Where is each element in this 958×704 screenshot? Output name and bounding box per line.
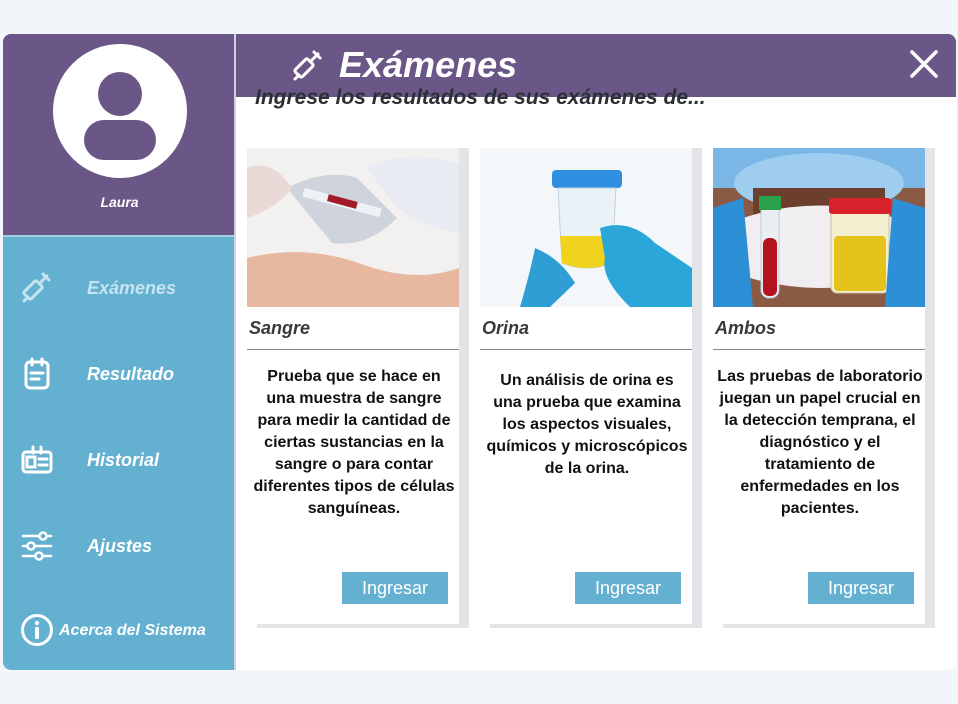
instruction-heading: Ingrese los resultados de sus exámenes d… xyxy=(255,86,706,109)
ingresar-button-sangre[interactable]: Ingresar xyxy=(342,572,448,604)
sliders-icon xyxy=(21,531,53,561)
id-card-icon xyxy=(21,445,53,474)
sidebar-item-acerca[interactable]: Acerca del Sistema xyxy=(3,606,234,650)
sidebar-item-label: Ajustes xyxy=(87,536,153,556)
lab-technician-image xyxy=(713,148,925,307)
clipboard-icon xyxy=(24,357,50,390)
card-body: Sangre Prueba que se hace en una muestra… xyxy=(247,148,459,624)
ingresar-button-ambos[interactable]: Ingresar xyxy=(808,572,914,604)
card-divider xyxy=(713,349,925,350)
card-body: Orina Un análisis de orina es una prueba… xyxy=(480,148,692,624)
card-body: Ambos Las pruebas de laboratorio juegan … xyxy=(713,148,925,624)
exam-card-ambos: Ambos Las pruebas de laboratorio juegan … xyxy=(713,148,935,628)
sidebar-divider xyxy=(3,235,234,237)
profile-panel: Laura xyxy=(3,34,234,235)
info-icon xyxy=(21,614,53,646)
sidebar-item-label: Exámenes xyxy=(87,278,177,298)
page-title: Exámenes xyxy=(339,44,518,85)
avatar[interactable] xyxy=(53,44,187,178)
card-description: Las pruebas de laboratorio juegan un pap… xyxy=(717,368,923,517)
user-icon xyxy=(84,72,156,160)
exam-card-orina: Orina Un análisis de orina es una prueba… xyxy=(480,148,702,628)
blood-draw-image xyxy=(247,148,459,307)
card-title: Orina xyxy=(482,318,530,338)
card-description: Prueba que se hace en una muestra de san… xyxy=(253,368,455,517)
ingresar-button-orina[interactable]: Ingresar xyxy=(575,572,681,604)
syringe-icon xyxy=(22,272,51,303)
sidebar-item-examenes[interactable]: Exámenes xyxy=(3,256,234,316)
syringe-icon xyxy=(293,50,322,81)
sidebar-item-label: Resultado xyxy=(87,364,175,384)
card-description: Un análisis de orina es una prueba que e… xyxy=(486,372,688,477)
sidebar-item-ajustes[interactable]: Ajustes xyxy=(3,514,234,574)
urine-sample-image xyxy=(480,148,692,307)
card-divider xyxy=(480,349,692,350)
card-title: Ambos xyxy=(715,318,777,338)
card-divider xyxy=(247,349,459,350)
username: Laura xyxy=(100,194,139,210)
close-icon[interactable] xyxy=(908,48,940,80)
sidebar-item-label: Historial xyxy=(87,450,160,470)
sidebar-item-label: Acerca del Sistema xyxy=(59,622,206,639)
sidebar: Laura Exámenes Resultado Historial Ajust… xyxy=(3,34,234,670)
card-title: Sangre xyxy=(249,318,311,338)
sidebar-divider-vertical xyxy=(234,34,236,670)
sidebar-item-resultado[interactable]: Resultado xyxy=(3,342,234,402)
sidebar-item-historial[interactable]: Historial xyxy=(3,428,234,488)
exam-card-sangre: Sangre Prueba que se hace en una muestra… xyxy=(247,148,469,628)
